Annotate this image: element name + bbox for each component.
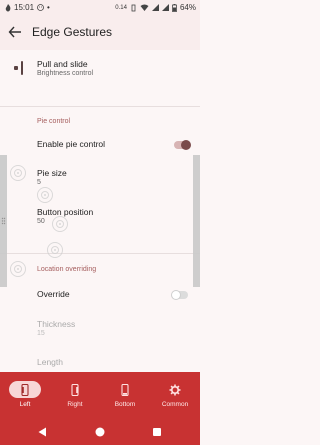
enable-pie-control-toggle[interactable] (174, 140, 191, 150)
button-position-label: Button position (37, 207, 94, 217)
override-row[interactable]: Override (0, 283, 200, 305)
app-bar: Edge Gestures (0, 16, 200, 50)
button-position-row[interactable]: Button position 50 (0, 202, 200, 230)
pull-slide-icon (14, 61, 23, 75)
battery-percent: 64% (179, 3, 196, 12)
status-right: 0.14 64% (115, 3, 196, 12)
recents-square-icon[interactable] (153, 428, 161, 436)
nav-item-right[interactable]: Right (50, 372, 100, 418)
divider (0, 106, 200, 107)
length-row: Length (0, 352, 200, 372)
nav-item-label: Left (19, 401, 31, 408)
phone-right-edge-icon (71, 384, 79, 396)
emoji-face-icon (37, 4, 44, 11)
pie-size-label: Pie size (37, 168, 67, 178)
left-edge-handle[interactable] (0, 155, 7, 287)
home-circle-icon[interactable] (95, 427, 105, 437)
phone-bottom-edge-icon (121, 384, 129, 396)
thickness-row: Thickness 15 (0, 314, 200, 342)
nav-item-bottom[interactable]: Bottom (100, 372, 150, 418)
gear-icon (169, 384, 181, 396)
pie-target-icon (10, 165, 26, 181)
pie-size-row[interactable]: Pie size 5 (0, 163, 200, 191)
signal-icon-2 (161, 4, 169, 11)
wifi-icon (140, 4, 149, 11)
toggle-knob (181, 140, 191, 150)
nav-item-label: Common (161, 401, 189, 408)
page-title: Edge Gestures (32, 25, 113, 39)
status-left: 15:01 • (5, 3, 50, 12)
pull-slide-title: Pull and slide (37, 59, 88, 69)
flame-icon (5, 3, 11, 11)
enable-pie-control-row[interactable]: Enable pie control (0, 133, 200, 155)
override-label: Override (37, 289, 70, 299)
pie-target-icon (52, 216, 68, 232)
status-bar: 15:01 • 0.14 64% (0, 0, 200, 16)
pie-target-icon (47, 242, 63, 258)
pull-slide-row[interactable]: Pull and slide Brightness control (0, 57, 200, 83)
nav-item-label: Bottom (114, 401, 136, 408)
nav-item-common[interactable]: Common (150, 372, 200, 418)
length-label: Length (37, 357, 63, 367)
pie-target-icon (37, 187, 53, 203)
pull-slide-subtitle: Brightness control (37, 70, 94, 77)
back-arrow-icon[interactable] (8, 25, 22, 39)
enable-pie-control-label: Enable pie control (37, 139, 106, 149)
status-time: 15:01 (14, 3, 35, 12)
button-position-value: 50 (37, 218, 45, 225)
bottom-navigation: Left Right Bottom Common (0, 372, 200, 418)
toggle-knob (171, 290, 181, 300)
system-navigation-bar (0, 418, 200, 445)
status-dot: • (47, 3, 50, 12)
nav-item-label: Right (67, 401, 83, 408)
section-header-location-overriding: Location overriding (37, 266, 97, 273)
battery-icon (172, 3, 177, 12)
nav-item-left[interactable]: Left (0, 372, 50, 418)
vibrate-icon (131, 4, 136, 11)
grip-icon (1, 217, 6, 225)
thickness-value: 15 (37, 330, 45, 337)
section-header-pie-control: Pie control (37, 118, 71, 125)
pie-target-icon (10, 261, 26, 277)
pie-size-value: 5 (37, 179, 41, 186)
phone-left-edge-icon (21, 384, 29, 396)
thickness-label: Thickness (37, 319, 76, 329)
signal-icon (151, 4, 159, 11)
network-speed: 0.14 (115, 4, 127, 11)
right-edge-handle[interactable] (193, 155, 200, 287)
override-toggle[interactable] (171, 290, 188, 300)
divider (0, 253, 200, 254)
back-triangle-icon[interactable] (38, 427, 47, 437)
